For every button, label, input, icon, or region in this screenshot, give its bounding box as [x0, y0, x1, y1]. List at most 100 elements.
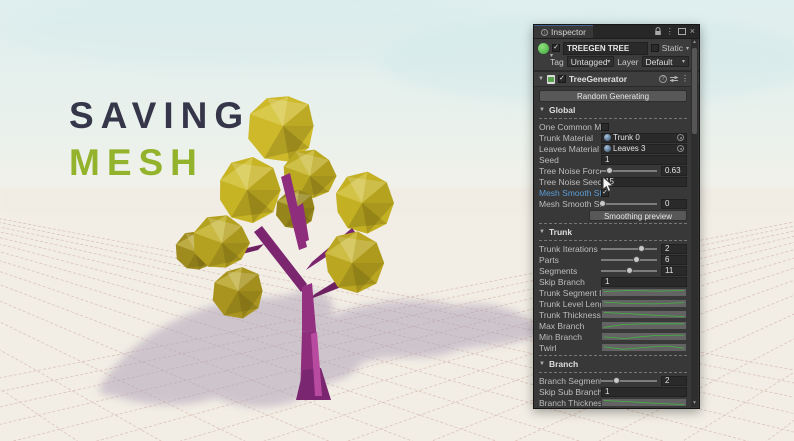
- property-label: Parts: [539, 254, 559, 265]
- property-slider[interactable]: [601, 266, 657, 276]
- dashed-separator: [539, 240, 687, 241]
- inspector-tabbar: i Inspector ⋮ ×: [534, 25, 699, 39]
- overlay-title: SAVING MESH: [69, 92, 250, 186]
- scrollbar[interactable]: ▲ ▼: [691, 39, 698, 407]
- gameobject-enabled-checkbox[interactable]: ✓: [552, 44, 560, 52]
- property-label: Branch Thickness: [539, 397, 601, 408]
- inspector-icon: i: [541, 28, 548, 36]
- property-control: [601, 321, 687, 330]
- section-foldout-branch[interactable]: ▼ Branch: [534, 358, 699, 370]
- property-slider[interactable]: [601, 244, 657, 254]
- curve-field[interactable]: [601, 321, 687, 330]
- property-slider[interactable]: [601, 255, 657, 265]
- curve-field[interactable]: [601, 332, 687, 341]
- curve-field[interactable]: [601, 343, 687, 352]
- slider-handle[interactable]: [632, 256, 640, 263]
- curve-field[interactable]: [601, 398, 687, 407]
- component-menu-icon[interactable]: ⋮: [681, 75, 689, 83]
- slider-value-field[interactable]: 0.63: [661, 165, 687, 176]
- tab-inspector[interactable]: i Inspector: [534, 25, 593, 38]
- tag-dropdown[interactable]: Untagged ▾: [566, 56, 615, 67]
- property-row: Tree Noise Force 0.63: [534, 165, 699, 176]
- chevron-down-icon: ▾: [607, 59, 611, 65]
- property-label: Leaves Material: [539, 143, 600, 154]
- section-foldout-global[interactable]: ▼ Global: [534, 104, 699, 116]
- property-row: Branch Segments 2: [534, 375, 699, 386]
- property-label: Segments: [539, 265, 578, 276]
- panel-menu-icon[interactable]: ⋮: [666, 27, 674, 36]
- gameobject-header: ✓ Static ▾ Tag Untagged ▾ Layer Default …: [534, 39, 699, 71]
- slider-value-field[interactable]: 2: [661, 375, 687, 386]
- section-title: Branch: [548, 359, 579, 369]
- property-control: 6: [601, 254, 687, 265]
- help-icon[interactable]: ?: [659, 75, 667, 83]
- slider-value-field[interactable]: 11: [661, 265, 687, 276]
- close-icon[interactable]: ×: [690, 27, 695, 36]
- maximize-icon[interactable]: [677, 28, 686, 35]
- property-slider[interactable]: [601, 166, 657, 176]
- foldout-arrow-icon[interactable]: ▼: [538, 76, 544, 82]
- object-picker-icon[interactable]: [677, 145, 684, 152]
- slider-value-field[interactable]: 2: [661, 243, 687, 254]
- property-slider[interactable]: [599, 199, 657, 209]
- curve-field[interactable]: [601, 310, 687, 319]
- property-checkbox[interactable]: [601, 122, 609, 131]
- scrollbar-thumb[interactable]: [692, 48, 697, 134]
- tab-inspector-label: Inspector: [551, 27, 586, 37]
- object-reference-name: Leaves 3: [613, 144, 646, 153]
- property-row: Branch Thickness: [534, 397, 699, 408]
- component-enabled-checkbox[interactable]: ✓: [557, 75, 566, 83]
- property-slider[interactable]: [601, 376, 657, 386]
- layer-label: Layer: [617, 56, 639, 67]
- slider-value-field[interactable]: 0: [661, 198, 687, 209]
- scroll-down-icon[interactable]: ▼: [691, 400, 698, 407]
- material-icon: [604, 145, 611, 152]
- property-value-field[interactable]: 1: [601, 386, 687, 397]
- foldout-arrow-icon: ▼: [539, 229, 545, 235]
- property-value-field[interactable]: 1: [601, 276, 687, 287]
- slider-handle[interactable]: [613, 377, 621, 384]
- gameobject-name-field[interactable]: [563, 41, 648, 55]
- component-header[interactable]: ▼ ✓ TreeGenerator ? ⋮: [534, 71, 699, 87]
- gameobject-icon[interactable]: [538, 42, 553, 59]
- mouse-cursor: [602, 176, 615, 193]
- object-picker-icon[interactable]: [677, 134, 684, 141]
- curve-field[interactable]: [601, 288, 687, 297]
- layer-dropdown[interactable]: Default ▾: [641, 56, 690, 67]
- property-row: Min Branch: [534, 331, 699, 342]
- smoothing-preview-button[interactable]: Smoothing preview: [589, 210, 687, 221]
- property-label: Trunk Segment Lengt: [539, 287, 601, 298]
- static-label: Static: [661, 43, 683, 53]
- slider-handle[interactable]: [626, 267, 633, 274]
- material-icon: [604, 134, 611, 141]
- section-title: Global: [548, 105, 576, 115]
- property-control: 2: [601, 375, 687, 386]
- slider-handle[interactable]: [599, 200, 607, 207]
- object-reference-field[interactable]: Trunk 0: [601, 132, 687, 143]
- property-row: Segments 11: [534, 265, 699, 276]
- property-row: Twirl: [534, 342, 699, 353]
- slider-value-field[interactable]: 6: [661, 254, 687, 265]
- slider-handle[interactable]: [638, 245, 646, 252]
- property-row: Max Branch: [534, 320, 699, 331]
- slider-handle[interactable]: [606, 167, 614, 174]
- property-control: [601, 398, 687, 407]
- curve-field[interactable]: [601, 299, 687, 308]
- property-control: Leaves 3: [601, 143, 687, 154]
- inspector-panel: i Inspector ⋮ × ✓ Static ▾ Tag Untagged: [533, 24, 700, 409]
- section-foldout-trunk[interactable]: ▼ Trunk: [534, 226, 699, 238]
- slider-track: [601, 203, 657, 205]
- static-checkbox[interactable]: [650, 44, 659, 52]
- property-label: One Common Materia: [539, 121, 601, 132]
- object-reference-field[interactable]: Leaves 3: [601, 143, 687, 154]
- scroll-up-icon[interactable]: ▲: [691, 39, 698, 46]
- property-row: Skip Branch 1: [534, 276, 699, 287]
- preset-icon[interactable]: [670, 75, 678, 83]
- property-row: Trunk Material Trunk 0: [534, 132, 699, 143]
- property-value-field[interactable]: 1: [601, 154, 687, 165]
- property-control: 2: [601, 243, 687, 254]
- static-dropdown-icon[interactable]: ▾: [686, 45, 689, 52]
- property-label: Tree Noise Seed: [539, 176, 601, 187]
- random-generating-button[interactable]: Random Generating: [539, 90, 687, 102]
- lock-icon[interactable]: [654, 27, 662, 36]
